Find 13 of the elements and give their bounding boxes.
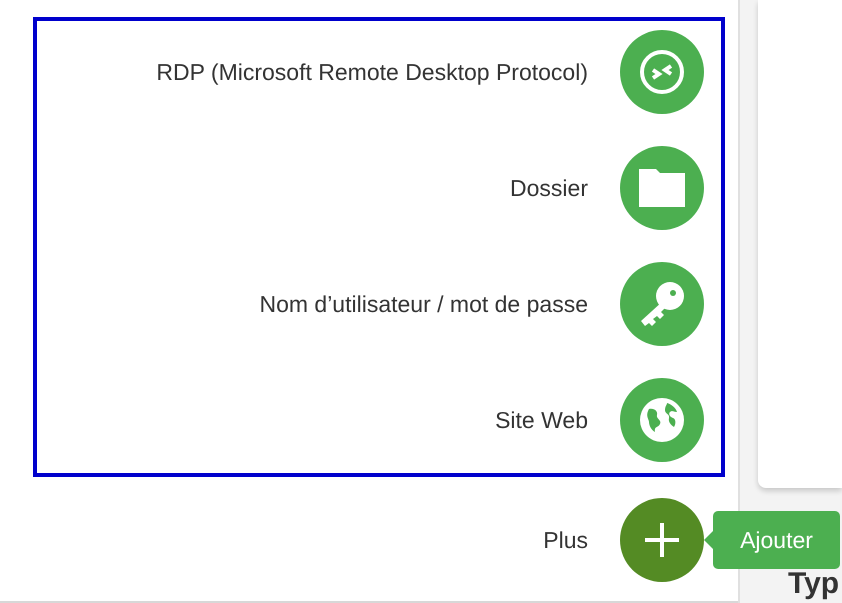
menu-item-label: Plus [543,526,588,554]
globe-icon [639,397,685,443]
folder-icon [639,169,685,207]
menu-item-label: Site Web [495,406,588,434]
tooltip: Ajouter [713,511,840,569]
menu-item-label: RDP (Microsoft Remote Desktop Protocol) [156,58,588,86]
plus-icon [645,523,679,557]
menu-item-label: Dossier [510,174,588,202]
remote-connection-icon [639,49,685,95]
section-heading: Typ [788,568,840,600]
key-icon [639,281,685,327]
menu-item-label: Nom d’utilisateur / mot de passe [259,290,588,318]
tooltip-pointer [704,531,713,549]
